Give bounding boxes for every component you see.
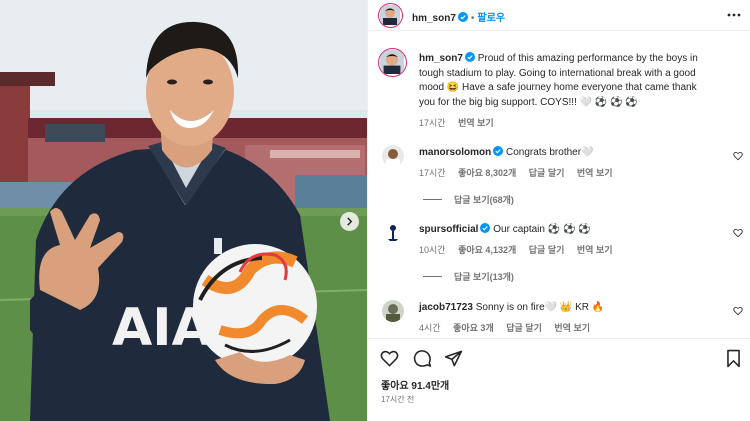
caption-line: Proud of this amazing performance by the… [477,53,698,64]
more-options-icon[interactable] [727,8,741,22]
comment-username[interactable]: jacob71723 [419,302,473,313]
view-replies-label: 답글 보기(68개) [454,195,514,205]
view-replies-button[interactable]: 답글 보기(13개) [423,270,514,283]
view-replies-label: 답글 보기(13개) [454,272,514,282]
comment-heart-icon[interactable] [733,306,743,316]
verified-badge-icon [493,146,504,156]
separator-dot: • [470,13,475,24]
comment-text: Sonny is on fire🤍 👑 KR 🔥 [475,302,605,313]
post-photo[interactable]: AIA [0,0,367,421]
comment-time: 4시간 [419,323,441,333]
comment-body: jacob71723 Sonny is on fire🤍 👑 KR 🔥 [419,301,719,314]
comment-avatar[interactable] [382,145,404,167]
bookmark-icon[interactable] [725,349,742,368]
post-header: hm_son7 • 팔로우 [368,0,750,31]
comment-meta: 4시간 좋아요 3개 답글 달기 번역 보기 [419,321,600,334]
replies-divider [423,199,442,200]
caption-line: you for the big big support. COYS!!! 🤍 ⚽… [419,96,638,108]
caption-username[interactable]: hm_son7 [419,53,463,64]
comment-bubble-icon[interactable] [413,349,432,368]
comment-username[interactable]: spursofficial [419,224,478,235]
post-side-panel: hm_son7 • 팔로우 hm_son7 Proud of this amazin… [367,0,750,421]
verified-badge-icon [480,223,491,233]
reply-button[interactable]: 답글 달기 [529,245,565,255]
replies-divider [423,276,442,277]
author-avatar[interactable] [378,3,403,28]
comment-time: 17시간 [419,168,446,178]
heart-outline-icon[interactable] [380,349,399,368]
verified-badge-icon [457,12,468,22]
comment-meta: 17시간 좋아요 8,302개 답글 달기 번역 보기 [419,166,623,179]
comment-heart-icon[interactable] [733,228,743,238]
translate-button[interactable]: 번역 보기 [577,245,613,255]
comment-meta: 10시간 좋아요 4,132개 답글 달기 번역 보기 [419,243,623,256]
caption-time: 17시간 [419,118,446,128]
comment-avatar[interactable] [382,300,404,322]
caption-translate-button[interactable]: 번역 보기 [458,118,494,128]
comment-likes[interactable]: 좋아요 8,302개 [458,168,516,178]
post-timestamp: 17시간 전 [381,395,415,404]
next-image-button[interactable] [340,212,359,231]
chevron-right-icon [347,217,353,226]
caption-line: tough stadium to play. Going to internat… [419,67,696,79]
comment-username[interactable]: manorsolomon [419,147,491,158]
translate-button[interactable]: 번역 보기 [554,323,590,333]
comment-body: manorsolomon Congrats brother🤍 [419,146,719,159]
photo-illustration: AIA [0,0,367,421]
view-replies-button[interactable]: 답글 보기(68개) [423,193,514,206]
post-caption: hm_son7 Proud of this amazing performanc… [419,52,741,131]
reply-button[interactable]: 답글 달기 [506,323,542,333]
caption-author-avatar[interactable] [378,48,407,77]
author-username[interactable]: hm_son7 [412,13,456,24]
like-count[interactable]: 좋아요 91.4만개 [381,377,449,392]
follow-button[interactable]: 팔로우 [477,13,505,24]
translate-button[interactable]: 번역 보기 [577,168,613,178]
verified-badge-icon [464,52,475,62]
post-action-bar: 좋아요 91.4만개 17시간 전 [368,338,750,421]
comment-text: Our captain ⚽ ⚽ ⚽ [493,224,591,235]
comment-heart-icon[interactable] [733,151,743,161]
comment-body: spursofficial Our captain ⚽ ⚽ ⚽ [419,223,719,236]
reply-button[interactable]: 답글 달기 [529,168,565,178]
paper-plane-icon[interactable] [444,349,463,368]
comment-likes[interactable]: 좋아요 4,132개 [458,245,516,255]
comment-time: 10시간 [419,245,446,255]
comment-likes[interactable]: 좋아요 3개 [453,323,494,333]
comment-text: Congrats brother🤍 [506,147,594,158]
caption-line: mood 😆 Have a safe journey home everyone… [419,82,697,93]
comment-avatar[interactable] [382,222,404,244]
